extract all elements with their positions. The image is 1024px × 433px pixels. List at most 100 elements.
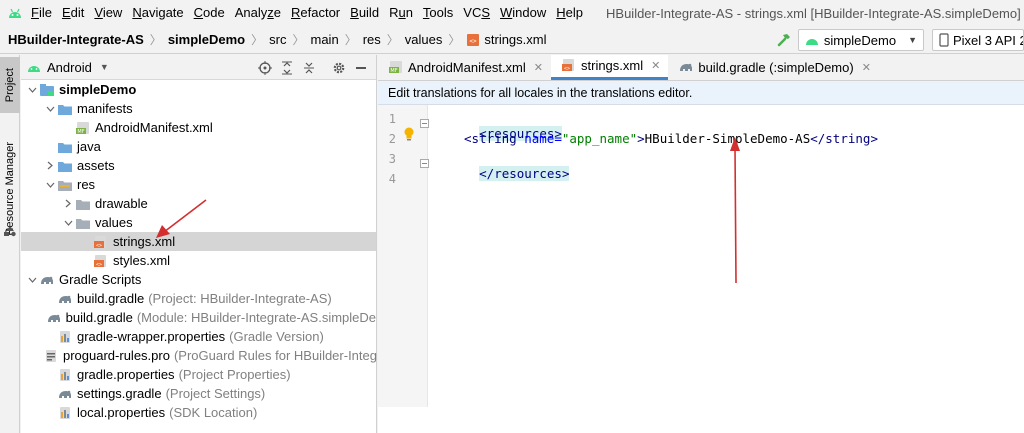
chevron-down-icon[interactable] <box>61 220 75 226</box>
tag-close-bracket: > <box>637 131 645 146</box>
chevron-down-icon[interactable] <box>43 182 57 188</box>
menu-window[interactable]: Window <box>495 0 551 26</box>
attribute-value: "app_name" <box>561 131 638 146</box>
editor-tabs: MF AndroidManifest.xml ✕ <> strings.xml ✕ buil… <box>378 55 1024 81</box>
menu-tools[interactable]: Tools <box>418 0 458 26</box>
editor-gutter: 1 2 3 4 <box>378 105 429 407</box>
breadcrumb-separator: 〉 <box>448 33 461 47</box>
fold-marker-icon[interactable] <box>420 156 429 168</box>
run-configuration-select[interactable]: simpleDemo ▼ <box>797 29 924 51</box>
tree-item-label: assets <box>77 158 115 173</box>
project-tool-tab-label: Project <box>4 67 16 103</box>
breadcrumb-src[interactable]: src <box>267 32 288 47</box>
proguard-file-icon <box>43 349 59 363</box>
tree-item-gradle-scripts[interactable]: Gradle Scripts <box>21 270 376 289</box>
banner-text[interactable]: Edit translations for all locales in the… <box>388 86 692 100</box>
tree-item-label: simpleDemo <box>59 82 137 97</box>
tree-item-description: (Project Properties) <box>178 367 291 382</box>
code-editor[interactable]: 1 2 3 4 <resources> <string name="app_na… <box>378 105 1024 407</box>
hide-panel-icon[interactable] <box>350 57 372 79</box>
editor-area: MF AndroidManifest.xml ✕ <> strings.xml ✕ buil… <box>378 55 1024 433</box>
editor-tab-androidmanifest-xml[interactable]: MF AndroidManifest.xml ✕ <box>378 55 551 80</box>
svg-text:MF: MF <box>77 129 84 135</box>
project-tool-tab[interactable]: Project <box>0 57 20 113</box>
make-project-hammer-icon[interactable] <box>770 32 798 48</box>
tree-item-simpledemo[interactable]: simpleDemo <box>21 80 376 99</box>
gradle-elephant-icon <box>678 60 694 74</box>
menu-code[interactable]: Code <box>189 0 230 26</box>
tree-item-label: build.gradle <box>65 310 133 325</box>
resource-folder-icon <box>57 178 73 192</box>
chevron-down-icon[interactable] <box>25 277 39 283</box>
menu-run[interactable]: Run <box>384 0 418 26</box>
tree-item-label: manifests <box>77 101 133 116</box>
menu-file[interactable]: File <box>26 0 57 26</box>
expand-all-icon[interactable] <box>276 57 298 79</box>
gradle-elephant-icon <box>57 387 73 401</box>
tree-item-proguard-rules-pro[interactable]: proguard-rules.pro (ProGuard Rules for HB… <box>21 346 377 365</box>
lightbulb-icon[interactable] <box>402 126 416 142</box>
close-icon[interactable]: ✕ <box>862 61 871 74</box>
tree-item-java[interactable]: java <box>21 137 376 156</box>
xml-file-icon: <> <box>466 33 480 47</box>
tree-item-build-gradle[interactable]: build.gradle (Project: HBuilder-Integrate… <box>21 289 376 308</box>
menu-help[interactable]: Help <box>551 0 588 26</box>
breadcrumb-separator: 〉 <box>386 33 399 47</box>
fold-marker-icon[interactable] <box>420 116 429 128</box>
chevron-right-icon[interactable] <box>61 199 75 208</box>
close-icon[interactable]: ✕ <box>534 61 543 74</box>
breadcrumb-file[interactable]: <> strings.xml <box>464 32 548 47</box>
close-icon[interactable]: ✕ <box>651 59 660 72</box>
menu-refactor[interactable]: Refactor <box>286 0 345 26</box>
menu-build[interactable]: Build <box>345 0 384 26</box>
editor-tab-build-gradle-simpledemo[interactable]: build.gradle (:simpleDemo) ✕ <box>668 55 879 80</box>
resources-close-tag: </resources> <box>479 166 570 181</box>
chevron-down-icon: ▼ <box>99 62 109 72</box>
tree-item-label: styles.xml <box>113 253 171 268</box>
device-select[interactable]: Pixel 3 API 2 <box>932 29 1024 51</box>
menu-edit[interactable]: Edit <box>57 0 89 26</box>
editor-tab-label: AndroidManifest.xml <box>408 59 526 75</box>
menu-navigate[interactable]: Navigate <box>127 0 188 26</box>
project-view-label: Android <box>47 59 92 75</box>
tree-item-androidmanifest-xml[interactable]: MF AndroidManifest.xml <box>21 118 376 137</box>
menu-vcs[interactable]: VCS <box>458 0 495 26</box>
menu-analyze[interactable]: Analyze <box>230 0 286 26</box>
project-view-select[interactable]: Android ▼ <box>27 60 109 75</box>
string-open-tag: <string <box>464 131 525 146</box>
tree-item-description: (Module: HBuilder-Integrate-AS.simpleDe <box>136 310 376 325</box>
tree-item-build-gradle[interactable]: build.gradle (Module: HBuilder-Integrate-… <box>21 308 376 327</box>
breadcrumb-values[interactable]: values <box>403 32 445 47</box>
svg-text:<>: <> <box>470 38 478 45</box>
tree-item-gradle-wrapper-properties[interactable]: gradle-wrapper.properties (Gradle Version… <box>21 327 376 346</box>
menu-view[interactable]: View <box>89 0 127 26</box>
menu-bar: File Edit View Navigate Code Analyze Refactor B… <box>0 0 1024 26</box>
tree-item-gradle-properties[interactable]: gradle.properties (Project Properties) <box>21 365 376 384</box>
manifest-file-icon: MF <box>75 121 91 135</box>
breadcrumb-project[interactable]: HBuilder-Integrate-AS <box>6 32 146 47</box>
tree-item-description: (ProGuard Rules for HBuilder-Integ <box>173 348 377 363</box>
tree-item-local-properties[interactable]: local.properties (SDK Location) <box>21 403 376 422</box>
tree-item-manifests[interactable]: manifests <box>21 99 376 118</box>
manifest-file-icon: MF <box>388 60 404 74</box>
collapse-all-icon[interactable] <box>298 57 320 79</box>
breadcrumb-module[interactable]: simpleDemo <box>166 32 247 47</box>
editor-tab-strings-xml[interactable]: <> strings.xml ✕ <box>551 55 669 80</box>
tree-item-settings-gradle[interactable]: settings.gradle (Project Settings) <box>21 384 376 403</box>
chevron-down-icon[interactable] <box>25 87 39 93</box>
chevron-down-icon: ▼ <box>908 35 917 45</box>
gear-icon[interactable] <box>328 57 350 79</box>
tree-item-label: AndroidManifest.xml <box>95 120 213 135</box>
locate-file-icon[interactable] <box>254 57 276 79</box>
run-configuration-label: simpleDemo <box>823 32 897 48</box>
tree-item-assets[interactable]: assets <box>21 156 376 175</box>
chevron-down-icon[interactable] <box>43 106 57 112</box>
chevron-right-icon[interactable] <box>43 161 57 170</box>
tree-item-res[interactable]: res <box>21 175 376 194</box>
breadcrumb-res[interactable]: res <box>361 32 383 47</box>
tree-item-styles-xml[interactable]: <> styles.xml <box>21 251 376 270</box>
gradle-elephant-icon <box>39 273 55 287</box>
breadcrumb-main[interactable]: main <box>309 32 341 47</box>
folder-icon <box>75 216 91 230</box>
folder-icon <box>57 102 73 116</box>
